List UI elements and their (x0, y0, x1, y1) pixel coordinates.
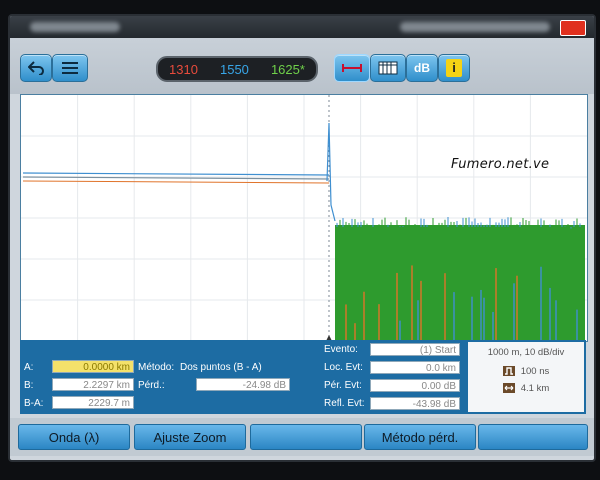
cursor-a-label: A: (24, 362, 34, 373)
wavelength-1625: 1625* (270, 61, 305, 77)
loss-method-softkey[interactable]: Método pérd. (364, 424, 476, 450)
pulse-icon (502, 366, 515, 377)
wavelength-softkey[interactable]: Onda (λ) (18, 424, 130, 450)
cursor-b-label: B: (24, 380, 34, 391)
cursor-b-field[interactable]: 2.2297 km (52, 378, 134, 391)
wavelength-1310: 1310 (169, 61, 198, 77)
trace-view-button[interactable] (334, 54, 370, 82)
blank-softkey[interactable] (250, 424, 362, 450)
pulse-width: 100 ns (520, 366, 550, 377)
trace-canvas (21, 95, 587, 341)
close-button[interactable] (560, 20, 586, 36)
acquisition-settings: 1000 m, 10 dB/div 100 ns 4.1 km (468, 342, 584, 412)
method-label: Método: (138, 362, 175, 373)
db-label: dB (414, 61, 430, 75)
reflective-event-peak (326, 122, 336, 222)
title-bar (10, 16, 594, 38)
range-icon (502, 383, 515, 394)
cursor-ba-field: 2229.7 m (52, 396, 134, 409)
table-icon (378, 61, 398, 75)
scale-text: 1000 m, 10 dB/div (487, 347, 565, 358)
event-reflectance-field: -43.98 dB (370, 397, 460, 410)
loss-label: Pérd.: (138, 380, 165, 391)
db-button[interactable]: dB (406, 54, 438, 82)
event-location-field: 0.0 km (370, 361, 460, 374)
blurred-title (30, 22, 120, 32)
blurred-status (400, 22, 550, 32)
info-icon: i (446, 59, 462, 77)
cursor-ba-label: B-A: (24, 398, 44, 409)
loss-field: -24.98 dB (196, 378, 290, 391)
zoom-adjust-softkey[interactable]: Ajuste Zoom (134, 424, 246, 450)
info-button[interactable]: i (438, 54, 470, 82)
range-distance: 4.1 km (520, 383, 550, 394)
event-label: Evento: (324, 344, 358, 355)
wavelength-display[interactable]: 1310 1550 1625* (156, 56, 318, 82)
softkey-bar: Onda (λ) Ajuste Zoom Método pérd. (10, 418, 594, 456)
back-button[interactable] (20, 54, 52, 82)
hamburger-menu-icon (62, 62, 78, 74)
range-row: 4.1 km (468, 383, 584, 394)
pulse-row: 100 ns (468, 366, 584, 377)
back-arrow-icon (28, 61, 44, 75)
extra-softkey[interactable] (478, 424, 588, 450)
otdr-trace-plot[interactable]: Fumero.net.ve (20, 94, 588, 342)
table-view-button[interactable] (370, 54, 406, 82)
trace-view-icon (342, 64, 362, 72)
noise-floor-area (335, 225, 585, 341)
measurement-panel: A: 0.0000 km B: 2.2297 km B-A: 2229.7 m … (20, 340, 586, 414)
event-loss-label: Pér. Evt: (324, 380, 362, 391)
toolbar: 1310 1550 1625* dB i (10, 38, 594, 94)
event-loss-field: 0.00 dB (370, 379, 460, 392)
trace-1625 (22, 180, 330, 184)
event-field[interactable]: (1) Start (370, 343, 460, 356)
trace-1550 (22, 172, 330, 176)
event-reflectance-label: Refl. Evt: (324, 398, 365, 409)
menu-button[interactable] (52, 54, 88, 82)
cursor-a-field[interactable]: 0.0000 km (52, 360, 134, 373)
otdr-screen: 1310 1550 1625* dB i Fumero.net.ve A: 0.… (8, 14, 596, 462)
method-value: Dos puntos (B - A) (180, 362, 262, 373)
event-location-label: Loc. Evt: (324, 362, 363, 373)
wavelength-1550: 1550 (219, 61, 249, 77)
watermark: Fumero.net.ve (451, 157, 550, 172)
